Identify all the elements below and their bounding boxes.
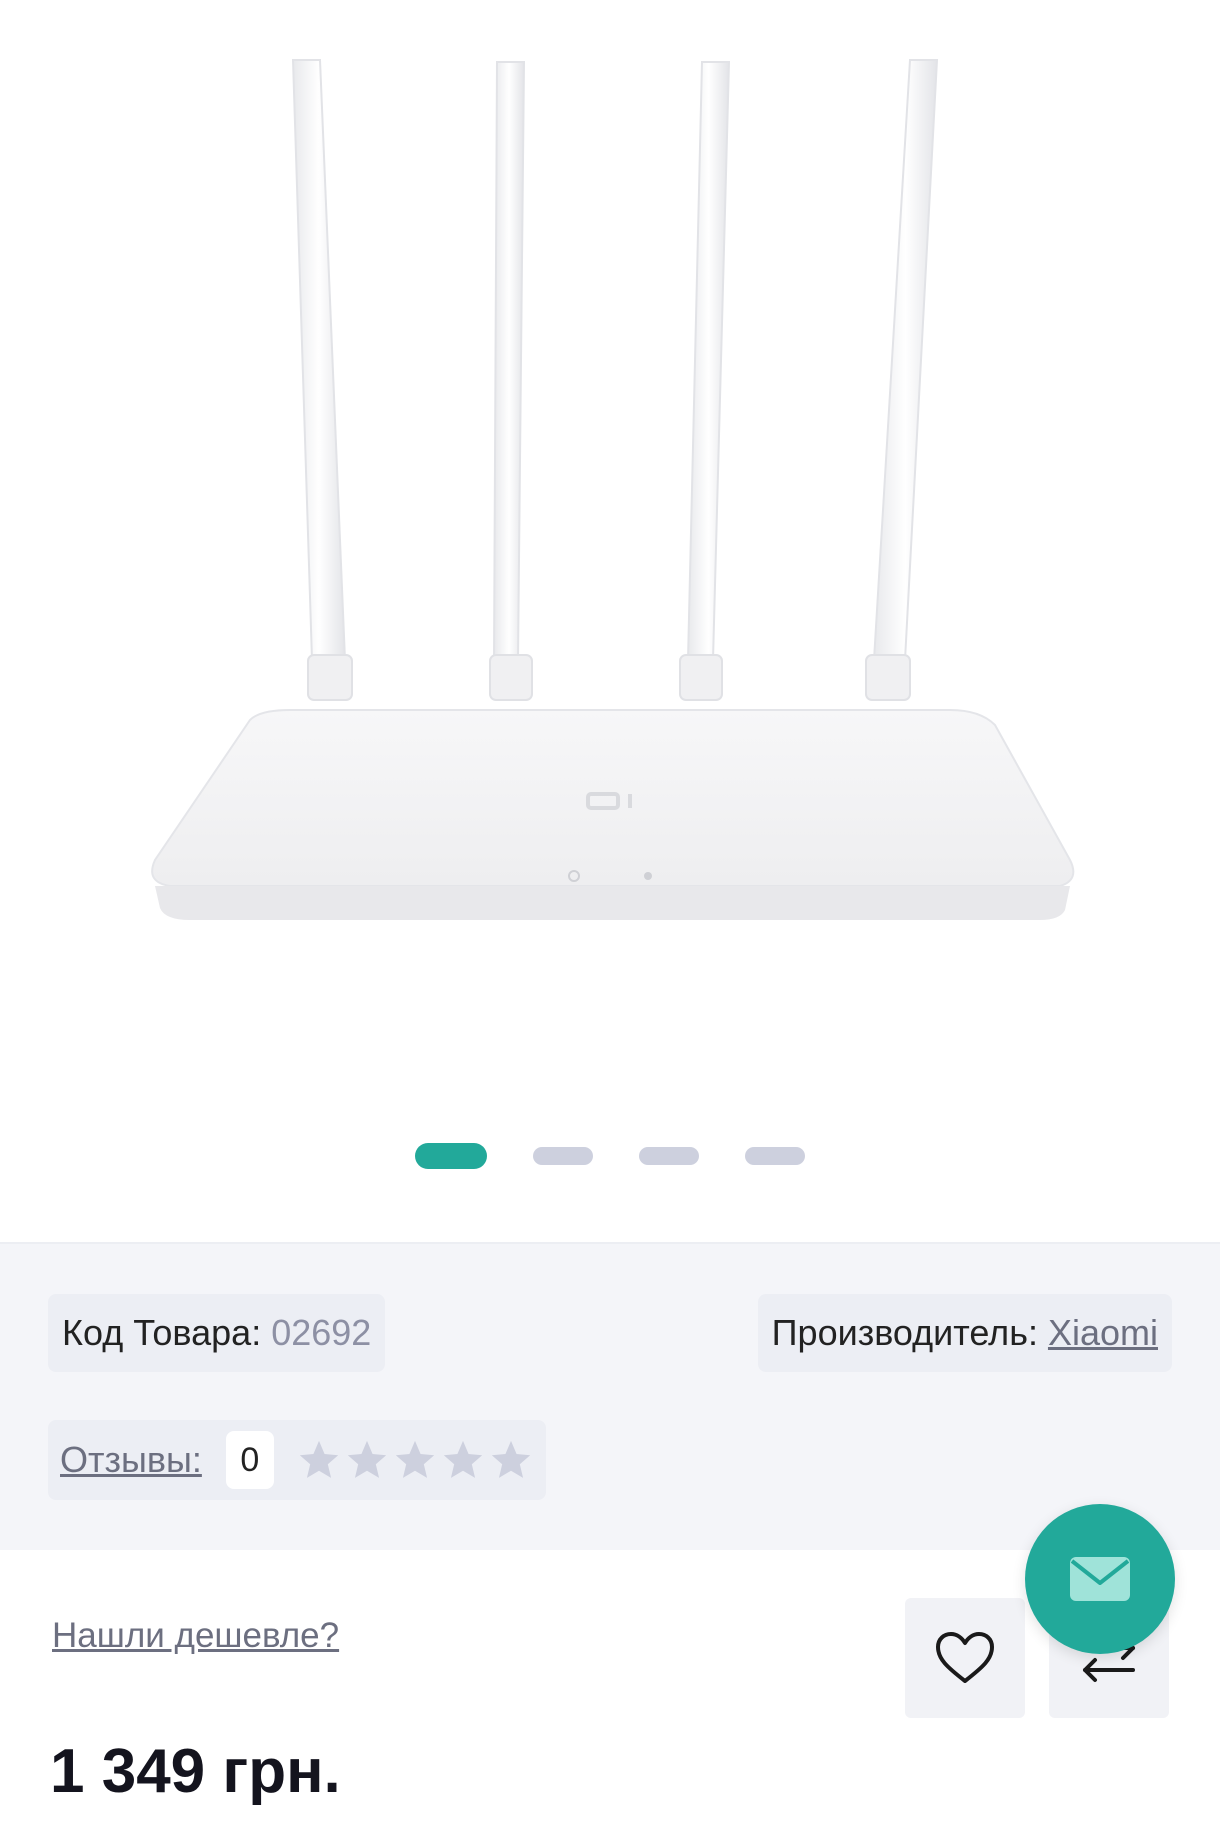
feedback-mail-button[interactable] — [1025, 1504, 1175, 1654]
product-page: Код Товара: 02692 Производитель: Xiaomi … — [0, 0, 1220, 1842]
gallery-dot-4[interactable] — [745, 1147, 805, 1165]
gallery-dot-1[interactable] — [415, 1143, 487, 1169]
star-icon — [443, 1440, 483, 1478]
star-icon — [491, 1440, 531, 1478]
reviews-link[interactable]: Отзывы: — [60, 1439, 202, 1481]
star-icon — [395, 1440, 435, 1478]
rating-stars — [296, 1437, 534, 1483]
product-code-label: Код Товара: — [62, 1312, 262, 1353]
router-picture — [50, 20, 1170, 1080]
product-image[interactable] — [50, 20, 1170, 1080]
product-gallery[interactable] — [0, 0, 1220, 1242]
product-brand: Производитель: Xiaomi — [757, 1294, 1172, 1372]
found-cheaper-link[interactable]: Нашли дешевле? — [52, 1616, 339, 1656]
brand-link[interactable]: Xiaomi — [1048, 1312, 1158, 1354]
reviews-summary: Отзывы: 0 — [48, 1420, 546, 1500]
gallery-dot-3[interactable] — [639, 1147, 699, 1165]
gallery-dot-2[interactable] — [533, 1147, 593, 1165]
wishlist-button[interactable] — [905, 1598, 1025, 1718]
envelope-icon — [1070, 1557, 1130, 1601]
brand-label: Производитель: — [771, 1312, 1038, 1353]
product-code: Код Товара: 02692 — [48, 1294, 386, 1372]
reviews-count: 0 — [225, 1431, 274, 1489]
star-icon — [299, 1440, 339, 1478]
product-code-value: 02692 — [271, 1312, 372, 1353]
product-info: Код Товара: 02692 Производитель: Xiaomi … — [0, 1242, 1220, 1550]
product-price: 1 349 грн. — [50, 1737, 341, 1806]
star-icon — [347, 1440, 387, 1478]
heart-icon — [936, 1632, 994, 1683]
gallery-pagination — [0, 1143, 1220, 1169]
